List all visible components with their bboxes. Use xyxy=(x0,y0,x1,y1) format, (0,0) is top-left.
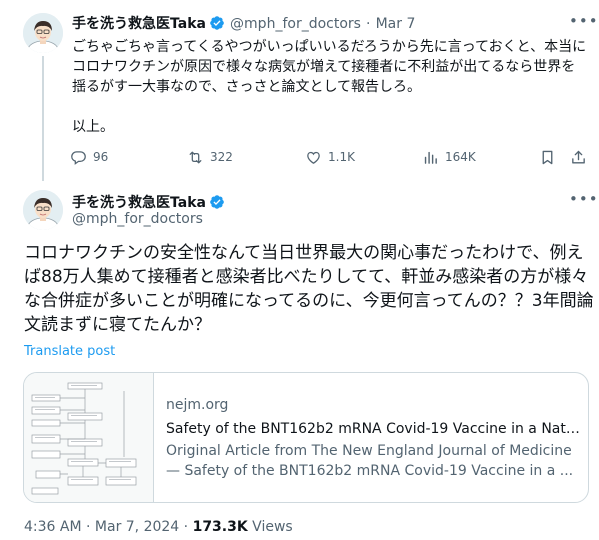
card-text: nejm.org Safety of the BNT162b2 mRNA Cov… xyxy=(166,395,581,481)
like-icon xyxy=(307,151,320,164)
flowchart-thumbnail-image xyxy=(31,382,137,495)
tweet1-header: 手を洗う救急医Taka @mph_for_doctors · Mar 7 xyxy=(72,13,415,33)
tweet2-handle[interactable]: @mph_for_doctors xyxy=(72,211,203,227)
link-preview-card[interactable]: nejm.org Safety of the BNT162b2 mRNA Cov… xyxy=(23,372,589,503)
tweet1-date[interactable]: Mar 7 xyxy=(376,16,416,32)
tweet1-handle[interactable]: @mph_for_doctors xyxy=(230,16,361,32)
repost-button[interactable]: 322 xyxy=(187,146,233,168)
views-count: 164K xyxy=(445,150,476,164)
translate-post-link[interactable]: Translate post xyxy=(24,344,115,359)
avatar-illustration xyxy=(23,13,63,53)
post-date[interactable]: Mar 7, 2024 xyxy=(95,519,179,535)
repost-count: 322 xyxy=(210,150,233,164)
tweet2-more-icon[interactable]: ••• xyxy=(569,190,599,208)
thread-connector-line xyxy=(42,56,44,181)
like-button[interactable]: 1.1K xyxy=(305,146,355,168)
meta-separator: · xyxy=(179,519,193,535)
post-time[interactable]: 4:36 AM xyxy=(24,519,82,535)
tweet1-more-icon[interactable]: ••• xyxy=(569,12,599,30)
views-icon xyxy=(424,151,437,164)
tweet1-action-bar: 96 322 1.1K 164K xyxy=(70,146,590,170)
tweet2-text: コロナワクチンの安全性なんて当日世界最大の関心事だったわけで、例えば88万人集め… xyxy=(24,243,594,335)
verified-badge-icon xyxy=(210,16,224,30)
avatar-illustration xyxy=(23,190,63,230)
views-label: Views xyxy=(247,519,293,535)
tweet2-header: 手を洗う救急医Taka xyxy=(72,192,225,212)
tweet2-author-name[interactable]: 手を洗う救急医Taka xyxy=(72,195,206,211)
reply-count: 96 xyxy=(93,150,109,164)
reply-icon xyxy=(71,150,86,165)
tweet1-text: ごちゃごちゃ言ってくるやつがいっぱいいるだろうから先に言っておくと、本当にコロナ… xyxy=(72,39,587,135)
card-domain: nejm.org xyxy=(166,397,229,413)
reply-button[interactable]: 96 xyxy=(70,146,108,168)
tweet1-avatar[interactable] xyxy=(23,13,63,53)
views-total-count: 173.3K xyxy=(192,519,248,535)
card-title: Safety of the BNT162b2 mRNA Covid-19 Vac… xyxy=(166,421,581,437)
tweet2-footer-meta: 4:36 AM · Mar 7, 2024 · 173.3K Views xyxy=(24,519,293,535)
meta-separator: · xyxy=(81,519,95,535)
card-description: Original Article from The New England Jo… xyxy=(166,443,574,479)
bookmark-button[interactable] xyxy=(539,146,562,168)
tweet2-avatar[interactable] xyxy=(23,190,63,230)
meta-separator: · xyxy=(366,16,371,32)
share-icon xyxy=(572,150,585,163)
bookmark-icon xyxy=(542,150,553,164)
views-button[interactable]: 164K xyxy=(422,146,476,168)
tweet1-author-name[interactable]: 手を洗う救急医Taka xyxy=(72,16,206,32)
repost-icon xyxy=(189,151,202,163)
share-button[interactable] xyxy=(570,146,593,168)
like-count: 1.1K xyxy=(328,150,355,164)
card-thumbnail xyxy=(24,373,154,502)
verified-badge-icon xyxy=(210,195,224,209)
